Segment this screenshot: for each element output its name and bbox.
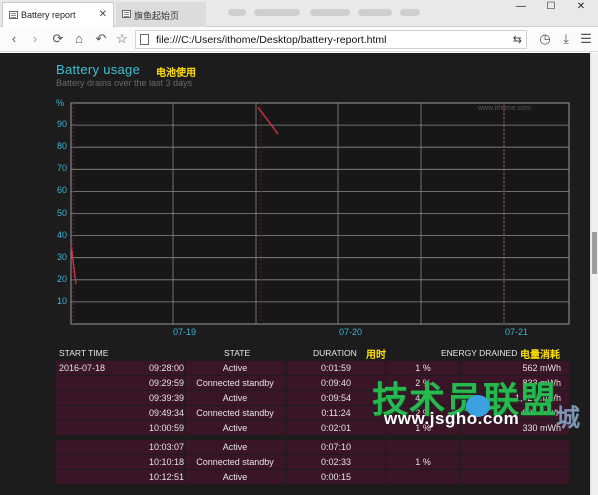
- y-tick-label: 10: [57, 295, 68, 306]
- cell-state: Active: [222, 393, 248, 403]
- cell-time: 10:12:51: [148, 472, 184, 482]
- y-tick-label: 20: [57, 273, 68, 284]
- tab-label: Battery report: [21, 10, 76, 20]
- col-header-duration-cn: 用时: [366, 350, 386, 361]
- cell-date: [59, 391, 119, 405]
- cell-duration: 0:11:24: [321, 408, 351, 418]
- y-tick-label: 50: [57, 207, 68, 218]
- chart-watermark: www.ithome.com: [478, 105, 531, 112]
- cell-state: Active: [222, 442, 248, 452]
- cell-state: Connected standby: [196, 457, 274, 467]
- cell-date: [59, 470, 119, 484]
- cell-date: 2016-07-18: [59, 363, 106, 373]
- x-tick-label: 07-20: [339, 327, 363, 337]
- cell-date: [59, 440, 119, 454]
- cell-energy: [461, 440, 567, 454]
- cell-energy: [461, 470, 567, 484]
- cell-state: Active: [222, 423, 248, 433]
- back-icon[interactable]: ‹: [5, 30, 23, 48]
- col-header-start-time: START TIME: [59, 348, 109, 358]
- cell-duration: 0:09:54: [320, 393, 352, 403]
- undo-icon[interactable]: ↶: [92, 30, 110, 48]
- maximize-icon[interactable]: ☐: [537, 0, 565, 14]
- table-row: 10:12:51 Active 0:00:15: [56, 470, 569, 484]
- table-row: 10:03:07 Active 0:07:10: [56, 440, 569, 454]
- page-icon: [9, 11, 18, 19]
- cell-date: [59, 421, 119, 435]
- cell-pct: [386, 470, 460, 484]
- history-icon[interactable]: ◷: [536, 30, 554, 48]
- cell-state: Active: [222, 472, 248, 482]
- col-header-state: STATE: [224, 348, 251, 358]
- cell-time: 09:28:00: [148, 363, 184, 373]
- forward-icon[interactable]: ›: [26, 30, 44, 48]
- translate-icon[interactable]: ⇆: [513, 33, 522, 46]
- cell-pct: [386, 440, 460, 454]
- tab-battery-report[interactable]: Battery report ✕: [2, 2, 114, 27]
- site-watermark-char: 城: [556, 405, 580, 432]
- blurred-tab-area: [358, 9, 392, 16]
- cell-date: [59, 406, 119, 420]
- x-tick-label: 07-19: [173, 327, 197, 337]
- browser-toolbar: ‹ › ⟳ ⌂ ↶ ☆ file:///C:/Users/ithome/Desk…: [0, 27, 598, 52]
- star-icon[interactable]: ☆: [113, 30, 131, 48]
- page-icon: [140, 34, 149, 45]
- cell-time: 10:10:18: [148, 457, 184, 467]
- url-text: file:///C:/Users/ithome/Desktop/battery-…: [156, 34, 387, 46]
- minimize-icon[interactable]: —: [507, 0, 535, 14]
- site-watermark-url: www.jsgho.com: [384, 409, 520, 428]
- blurred-tab-area: [254, 9, 300, 16]
- blurred-tab-area: [310, 9, 350, 16]
- col-header-energy-cn: 电量消耗: [520, 350, 560, 361]
- blurred-tab-area: [228, 9, 246, 16]
- page-icon: [122, 10, 131, 18]
- menu-icon[interactable]: ☰: [577, 30, 595, 48]
- x-tick-label: 07-21: [505, 327, 529, 337]
- col-header-energy: ENERGY DRAINED: [441, 348, 518, 358]
- cell-state: Connected standby: [196, 408, 274, 418]
- tab-label: 旗鱼起始页: [134, 11, 180, 21]
- blurred-tab-area: [400, 9, 420, 16]
- cell-duration: 0:02:01: [320, 423, 352, 433]
- y-tick-label: 40: [57, 229, 68, 240]
- address-bar[interactable]: file:///C:/Users/ithome/Desktop/battery-…: [135, 30, 527, 49]
- cell-time: 09:39:39: [148, 393, 184, 403]
- cell-duration: 0:00:15: [320, 472, 352, 482]
- close-tab-icon[interactable]: ✕: [99, 9, 107, 20]
- y-tick-label: 80: [57, 141, 68, 152]
- y-tick-label: 30: [57, 251, 68, 262]
- cell-date: [59, 455, 119, 469]
- cell-duration: 0:07:10: [320, 442, 352, 452]
- cell-pct: 1 %: [415, 457, 431, 467]
- cell-date: [59, 376, 119, 390]
- cell-duration: 0:01:59: [320, 363, 352, 373]
- close-window-icon[interactable]: ✕: [567, 0, 595, 14]
- scrollbar-thumb[interactable]: [592, 232, 597, 274]
- home-icon[interactable]: ⌂: [70, 30, 88, 48]
- battery-usage-chart: [70, 102, 570, 325]
- cell-duration: 0:09:40: [320, 378, 352, 388]
- cell-energy: [461, 455, 567, 469]
- cell-time: 09:29:59: [148, 378, 184, 388]
- cell-state: Active: [222, 363, 248, 373]
- download-icon[interactable]: ⤓: [557, 30, 575, 48]
- y-axis-unit: %: [56, 98, 65, 108]
- cell-duration: 0:02:33: [320, 457, 352, 467]
- cell-time: 10:00:59: [148, 423, 184, 433]
- y-tick-label: 90: [57, 119, 68, 130]
- reload-icon[interactable]: ⟳: [49, 30, 67, 48]
- y-tick-label: 70: [57, 163, 68, 174]
- tab-start-page[interactable]: 旗鱼起始页: [116, 2, 206, 27]
- page-scrollbar[interactable]: [590, 53, 598, 495]
- cell-time: 09:49:34: [148, 408, 184, 418]
- col-header-duration: DURATION: [313, 348, 357, 358]
- tab-bar: Battery report ✕ 旗鱼起始页 — ☐ ✕: [0, 0, 598, 27]
- table-row: 10:10:18 Connected standby 0:02:33 1 %: [56, 455, 569, 469]
- cell-time: 10:03:07: [148, 442, 184, 452]
- cell-state: Connected standby: [196, 378, 274, 388]
- y-tick-label: 60: [57, 185, 68, 196]
